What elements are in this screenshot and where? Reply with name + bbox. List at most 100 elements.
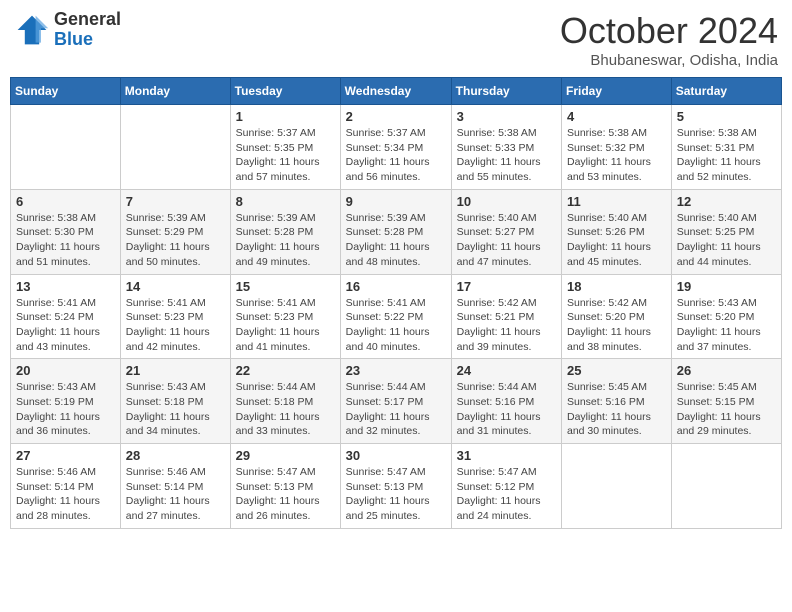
day-number: 30 <box>346 448 446 463</box>
calendar-table: SundayMondayTuesdayWednesdayThursdayFrid… <box>10 77 782 529</box>
day-info: Sunrise: 5:40 AM Sunset: 5:27 PM Dayligh… <box>457 211 556 270</box>
day-info: Sunrise: 5:37 AM Sunset: 5:35 PM Dayligh… <box>236 126 335 185</box>
month-title: October 2024 <box>560 10 778 52</box>
day-info: Sunrise: 5:42 AM Sunset: 5:20 PM Dayligh… <box>567 296 666 355</box>
logo-general: General <box>54 10 121 30</box>
day-info: Sunrise: 5:38 AM Sunset: 5:30 PM Dayligh… <box>16 211 115 270</box>
day-info: Sunrise: 5:44 AM Sunset: 5:17 PM Dayligh… <box>346 380 446 439</box>
day-info: Sunrise: 5:47 AM Sunset: 5:12 PM Dayligh… <box>457 465 556 524</box>
day-cell: 22Sunrise: 5:44 AM Sunset: 5:18 PM Dayli… <box>230 359 340 444</box>
day-cell: 24 Sunrise: 5:44 AM Sunset: 5:16 PM Dayli… <box>451 359 561 444</box>
week-row-0: 1Sunrise: 5:37 AM Sunset: 5:35 PM Daylig… <box>11 105 782 190</box>
day-number: 11 <box>567 194 666 209</box>
day-cell: 13 Sunrise: 5:41 AM Sunset: 5:24 PM Dayli… <box>11 274 121 359</box>
day-number: 31 <box>457 448 556 463</box>
day-cell <box>562 444 672 529</box>
day-number: 18 <box>567 279 666 294</box>
day-number: 26 <box>677 363 776 378</box>
day-cell: 17Sunrise: 5:42 AM Sunset: 5:21 PM Dayli… <box>451 274 561 359</box>
day-number: 14 <box>126 279 225 294</box>
day-cell: 7 Sunrise: 5:39 AM Sunset: 5:29 PM Daylig… <box>120 189 230 274</box>
day-info: Sunrise: 5:41 AM Sunset: 5:24 PM Dayligh… <box>16 296 115 355</box>
day-number: 2 <box>346 109 446 124</box>
week-row-2: 13 Sunrise: 5:41 AM Sunset: 5:24 PM Dayli… <box>11 274 782 359</box>
day-cell: 14 Sunrise: 5:41 AM Sunset: 5:23 PM Dayli… <box>120 274 230 359</box>
day-cell <box>120 105 230 190</box>
day-info: Sunrise: 5:44 AM Sunset: 5:16 PM Dayligh… <box>457 380 556 439</box>
day-number: 21 <box>126 363 225 378</box>
day-info: Sunrise: 5:39 AM Sunset: 5:28 PM Dayligh… <box>236 211 335 270</box>
day-number: 4 <box>567 109 666 124</box>
day-info: Sunrise: 5:38 AM Sunset: 5:32 PM Dayligh… <box>567 126 666 185</box>
day-number: 10 <box>457 194 556 209</box>
day-info: Sunrise: 5:40 AM Sunset: 5:26 PM Dayligh… <box>567 211 666 270</box>
day-cell: 28 Sunrise: 5:46 AM Sunset: 5:14 PM Dayli… <box>120 444 230 529</box>
logo-icon <box>14 12 50 48</box>
day-cell: 31 Sunrise: 5:47 AM Sunset: 5:12 PM Dayli… <box>451 444 561 529</box>
location: Bhubaneswar, Odisha, India <box>560 52 778 69</box>
day-info: Sunrise: 5:37 AM Sunset: 5:34 PM Dayligh… <box>346 126 446 185</box>
day-number: 12 <box>677 194 776 209</box>
day-info: Sunrise: 5:39 AM Sunset: 5:28 PM Dayligh… <box>346 211 446 270</box>
week-row-4: 27Sunrise: 5:46 AM Sunset: 5:14 PM Dayli… <box>11 444 782 529</box>
day-info: Sunrise: 5:43 AM Sunset: 5:19 PM Dayligh… <box>16 380 115 439</box>
day-cell: 21 Sunrise: 5:43 AM Sunset: 5:18 PM Dayli… <box>120 359 230 444</box>
day-number: 19 <box>677 279 776 294</box>
day-number: 22 <box>236 363 335 378</box>
day-cell: 30 Sunrise: 5:47 AM Sunset: 5:13 PM Dayli… <box>340 444 451 529</box>
day-info: Sunrise: 5:41 AM Sunset: 5:22 PM Dayligh… <box>346 296 446 355</box>
day-info: Sunrise: 5:45 AM Sunset: 5:16 PM Dayligh… <box>567 380 666 439</box>
calendar-header: SundayMondayTuesdayWednesdayThursdayFrid… <box>11 78 782 105</box>
day-info: Sunrise: 5:47 AM Sunset: 5:13 PM Dayligh… <box>346 465 446 524</box>
day-number: 7 <box>126 194 225 209</box>
day-number: 15 <box>236 279 335 294</box>
day-info: Sunrise: 5:41 AM Sunset: 5:23 PM Dayligh… <box>236 296 335 355</box>
header-row: SundayMondayTuesdayWednesdayThursdayFrid… <box>11 78 782 105</box>
day-info: Sunrise: 5:40 AM Sunset: 5:25 PM Dayligh… <box>677 211 776 270</box>
day-cell: 1Sunrise: 5:37 AM Sunset: 5:35 PM Daylig… <box>230 105 340 190</box>
day-cell: 19Sunrise: 5:43 AM Sunset: 5:20 PM Dayli… <box>671 274 781 359</box>
day-cell: 16Sunrise: 5:41 AM Sunset: 5:22 PM Dayli… <box>340 274 451 359</box>
day-info: Sunrise: 5:38 AM Sunset: 5:31 PM Dayligh… <box>677 126 776 185</box>
logo: General Blue <box>14 10 121 50</box>
day-cell: 25 Sunrise: 5:45 AM Sunset: 5:16 PM Dayli… <box>562 359 672 444</box>
day-info: Sunrise: 5:42 AM Sunset: 5:21 PM Dayligh… <box>457 296 556 355</box>
day-info: Sunrise: 5:47 AM Sunset: 5:13 PM Dayligh… <box>236 465 335 524</box>
week-row-3: 20 Sunrise: 5:43 AM Sunset: 5:19 PM Dayli… <box>11 359 782 444</box>
day-cell: 20 Sunrise: 5:43 AM Sunset: 5:19 PM Dayli… <box>11 359 121 444</box>
day-cell: 23Sunrise: 5:44 AM Sunset: 5:17 PM Dayli… <box>340 359 451 444</box>
day-cell: 5 Sunrise: 5:38 AM Sunset: 5:31 PM Daylig… <box>671 105 781 190</box>
day-info: Sunrise: 5:39 AM Sunset: 5:29 PM Dayligh… <box>126 211 225 270</box>
day-number: 24 <box>457 363 556 378</box>
day-info: Sunrise: 5:46 AM Sunset: 5:14 PM Dayligh… <box>126 465 225 524</box>
day-number: 25 <box>567 363 666 378</box>
day-number: 29 <box>236 448 335 463</box>
day-cell: 4 Sunrise: 5:38 AM Sunset: 5:32 PM Daylig… <box>562 105 672 190</box>
day-cell: 10 Sunrise: 5:40 AM Sunset: 5:27 PM Dayli… <box>451 189 561 274</box>
day-cell: 6 Sunrise: 5:38 AM Sunset: 5:30 PM Daylig… <box>11 189 121 274</box>
day-cell: 27Sunrise: 5:46 AM Sunset: 5:14 PM Dayli… <box>11 444 121 529</box>
day-number: 6 <box>16 194 115 209</box>
day-info: Sunrise: 5:43 AM Sunset: 5:18 PM Dayligh… <box>126 380 225 439</box>
header-friday: Friday <box>562 78 672 105</box>
day-cell: 8Sunrise: 5:39 AM Sunset: 5:28 PM Daylig… <box>230 189 340 274</box>
page-header: General Blue October 2024 Bhubaneswar, O… <box>10 10 782 69</box>
day-cell: 2 Sunrise: 5:37 AM Sunset: 5:34 PM Daylig… <box>340 105 451 190</box>
day-info: Sunrise: 5:41 AM Sunset: 5:23 PM Dayligh… <box>126 296 225 355</box>
day-info: Sunrise: 5:46 AM Sunset: 5:14 PM Dayligh… <box>16 465 115 524</box>
day-number: 5 <box>677 109 776 124</box>
day-cell: 12 Sunrise: 5:40 AM Sunset: 5:25 PM Dayli… <box>671 189 781 274</box>
header-monday: Monday <box>120 78 230 105</box>
day-number: 20 <box>16 363 115 378</box>
day-number: 13 <box>16 279 115 294</box>
day-number: 28 <box>126 448 225 463</box>
header-tuesday: Tuesday <box>230 78 340 105</box>
week-row-1: 6 Sunrise: 5:38 AM Sunset: 5:30 PM Daylig… <box>11 189 782 274</box>
day-info: Sunrise: 5:45 AM Sunset: 5:15 PM Dayligh… <box>677 380 776 439</box>
day-cell: 18 Sunrise: 5:42 AM Sunset: 5:20 PM Dayli… <box>562 274 672 359</box>
day-cell: 26 Sunrise: 5:45 AM Sunset: 5:15 PM Dayli… <box>671 359 781 444</box>
calendar-body: 1Sunrise: 5:37 AM Sunset: 5:35 PM Daylig… <box>11 105 782 529</box>
logo-blue: Blue <box>54 30 121 50</box>
day-cell: 9Sunrise: 5:39 AM Sunset: 5:28 PM Daylig… <box>340 189 451 274</box>
day-number: 3 <box>457 109 556 124</box>
